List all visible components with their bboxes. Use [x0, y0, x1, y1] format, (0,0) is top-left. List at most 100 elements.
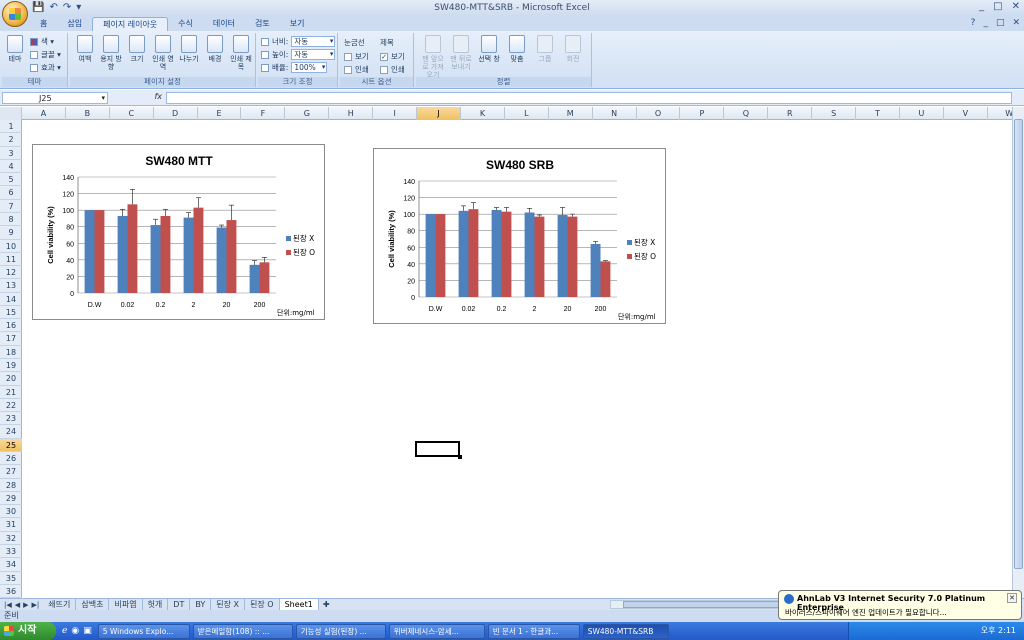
- headings-view-checkbox[interactable]: ✓ 보기: [380, 51, 405, 62]
- gridlines-view-checkbox[interactable]: 보기: [344, 51, 369, 62]
- sheet-tab[interactable]: 된장 X: [211, 599, 246, 610]
- chart-mtt[interactable]: SW480 MTT 0 20 40 60 80 100 120 140 Cell viabilit…: [32, 144, 325, 320]
- column-header[interactable]: U: [900, 107, 944, 120]
- ribbon-tab-6[interactable]: 보기: [280, 17, 315, 31]
- colors-button[interactable]: 색 ▾: [30, 36, 54, 47]
- ribbon-tab-5[interactable]: 검토: [245, 17, 280, 31]
- row-header[interactable]: 24: [0, 425, 22, 439]
- select-all-button[interactable]: [0, 107, 22, 120]
- row-header[interactable]: 6: [0, 186, 22, 200]
- page-setup-button-5[interactable]: 배경: [204, 35, 226, 63]
- sheet-tab[interactable]: 헛개: [143, 599, 169, 610]
- first-sheet-icon[interactable]: |◀: [4, 601, 12, 609]
- row-header[interactable]: 35: [0, 572, 22, 585]
- ie-icon[interactable]: ℯ: [62, 626, 67, 636]
- arrange-button-2[interactable]: 선택 창: [476, 35, 502, 63]
- undo-icon[interactable]: ↶: [49, 2, 57, 13]
- row-header[interactable]: 3: [0, 147, 22, 160]
- name-box[interactable]: J25: [2, 91, 108, 104]
- row-header[interactable]: 8: [0, 213, 22, 227]
- clock[interactable]: 오후 2:11: [981, 626, 1016, 635]
- page-setup-button-3[interactable]: 인쇄 영역: [152, 35, 174, 71]
- fonts-button[interactable]: 글꼴 ▾: [30, 49, 61, 60]
- column-header[interactable]: S: [812, 107, 857, 120]
- arrange-button-1[interactable]: 맨 뒤로 보내기: [448, 35, 474, 71]
- chart-srb[interactable]: SW480 SRB 0 20 40 60 80 100 120 140 Cell viabilit…: [373, 148, 666, 324]
- column-header[interactable]: L: [505, 107, 549, 120]
- arrange-button-4[interactable]: 그룹: [532, 35, 558, 63]
- row-header[interactable]: 28: [0, 479, 22, 492]
- start-button[interactable]: 시작: [0, 622, 56, 640]
- doc-close-button[interactable]: ✕: [1012, 18, 1020, 28]
- arrange-button-0[interactable]: 맨 앞으로 가져오기: [420, 35, 446, 79]
- gridlines-print-checkbox[interactable]: 인쇄: [344, 64, 369, 75]
- maximize-button[interactable]: □: [993, 1, 1002, 12]
- row-header[interactable]: 12: [0, 266, 22, 280]
- row-header[interactable]: 14: [0, 293, 22, 306]
- sheet-tab[interactable]: 된장 O: [245, 599, 280, 610]
- ribbon-tab-4[interactable]: 데이터: [203, 17, 245, 31]
- row-header[interactable]: 29: [0, 492, 22, 506]
- column-header[interactable]: B: [66, 107, 110, 120]
- last-sheet-icon[interactable]: ▶|: [32, 601, 40, 609]
- column-header[interactable]: R: [768, 107, 813, 120]
- taskbar-item[interactable]: 빈 문서 1 - 한글과...: [487, 623, 580, 639]
- arrange-button-3[interactable]: 맞춤: [504, 35, 530, 63]
- insert-function-button[interactable]: fx: [112, 92, 166, 104]
- headings-print-checkbox[interactable]: 인쇄: [380, 64, 405, 75]
- ribbon-tab-2[interactable]: 페이지 레이아웃: [92, 17, 169, 31]
- column-header[interactable]: F: [242, 107, 286, 120]
- ribbon-tab-1[interactable]: 삽입: [57, 17, 92, 31]
- row-header[interactable]: 15: [0, 306, 22, 320]
- doc-minimize-button[interactable]: _: [983, 18, 988, 28]
- sheet-tab[interactable]: 쇄뜨기: [43, 599, 77, 610]
- office-button[interactable]: [2, 1, 28, 27]
- row-header[interactable]: 27: [0, 465, 22, 479]
- arrange-button-5[interactable]: 회전: [560, 35, 586, 63]
- row-header[interactable]: 31: [0, 518, 22, 532]
- width-select[interactable]: 자동: [291, 36, 336, 47]
- column-header[interactable]: O: [637, 107, 681, 120]
- vertical-scrollbar[interactable]: [1012, 107, 1024, 598]
- row-header[interactable]: 11: [0, 253, 22, 267]
- notification-balloon[interactable]: AhnLab V3 Internet Security 7.0 Platinum…: [778, 590, 1022, 620]
- row-header[interactable]: 32: [0, 532, 22, 545]
- formula-input[interactable]: [166, 91, 1012, 104]
- row-header[interactable]: 34: [0, 558, 22, 572]
- theme-button[interactable]: 테마: [4, 35, 26, 63]
- customize-qat-icon[interactable]: ▾: [76, 2, 81, 13]
- row-header[interactable]: 20: [0, 372, 22, 386]
- sheet-tab[interactable]: 삼백초: [76, 599, 110, 610]
- column-header[interactable]: E: [198, 107, 242, 120]
- column-header[interactable]: V: [944, 107, 988, 120]
- row-header[interactable]: 30: [0, 505, 22, 519]
- column-header[interactable]: D: [154, 107, 198, 120]
- height-select[interactable]: 자동: [291, 49, 336, 60]
- row-header[interactable]: 9: [0, 226, 22, 240]
- minimize-button[interactable]: _: [979, 1, 984, 12]
- page-setup-button-4[interactable]: 나누기: [178, 35, 200, 63]
- taskbar-item[interactable]: SW480-MTT&SRB: [582, 623, 669, 639]
- row-header[interactable]: 17: [0, 332, 22, 346]
- ribbon-tab-0[interactable]: 홈: [30, 17, 57, 31]
- prev-sheet-icon[interactable]: ◀: [15, 601, 20, 609]
- sheet-tab[interactable]: DT: [168, 599, 191, 610]
- scale-spinner[interactable]: 100%: [291, 62, 328, 73]
- row-header[interactable]: 23: [0, 412, 22, 426]
- taskbar-item[interactable]: 5 Windows Explo...: [97, 623, 190, 639]
- column-header[interactable]: I: [373, 107, 418, 120]
- row-header[interactable]: 33: [0, 545, 22, 559]
- page-setup-button-0[interactable]: 여백: [74, 35, 96, 63]
- column-header[interactable]: T: [856, 107, 900, 120]
- sheet-tab[interactable]: 비파엽: [109, 599, 143, 610]
- column-header[interactable]: C: [110, 107, 154, 120]
- column-header[interactable]: H: [329, 107, 374, 120]
- row-header[interactable]: 22: [0, 399, 22, 413]
- taskbar-item[interactable]: 위버제네시스-암세...: [388, 623, 485, 639]
- vertical-scroll-thumb[interactable]: [1014, 119, 1023, 569]
- page-setup-button-2[interactable]: 크기: [126, 35, 148, 63]
- taskbar-item[interactable]: 받은메일함(108) :: ...: [192, 623, 293, 639]
- ribbon-tab-3[interactable]: 수식: [168, 17, 203, 31]
- effects-button[interactable]: 효과 ▾: [30, 62, 61, 73]
- row-header[interactable]: 2: [0, 133, 22, 147]
